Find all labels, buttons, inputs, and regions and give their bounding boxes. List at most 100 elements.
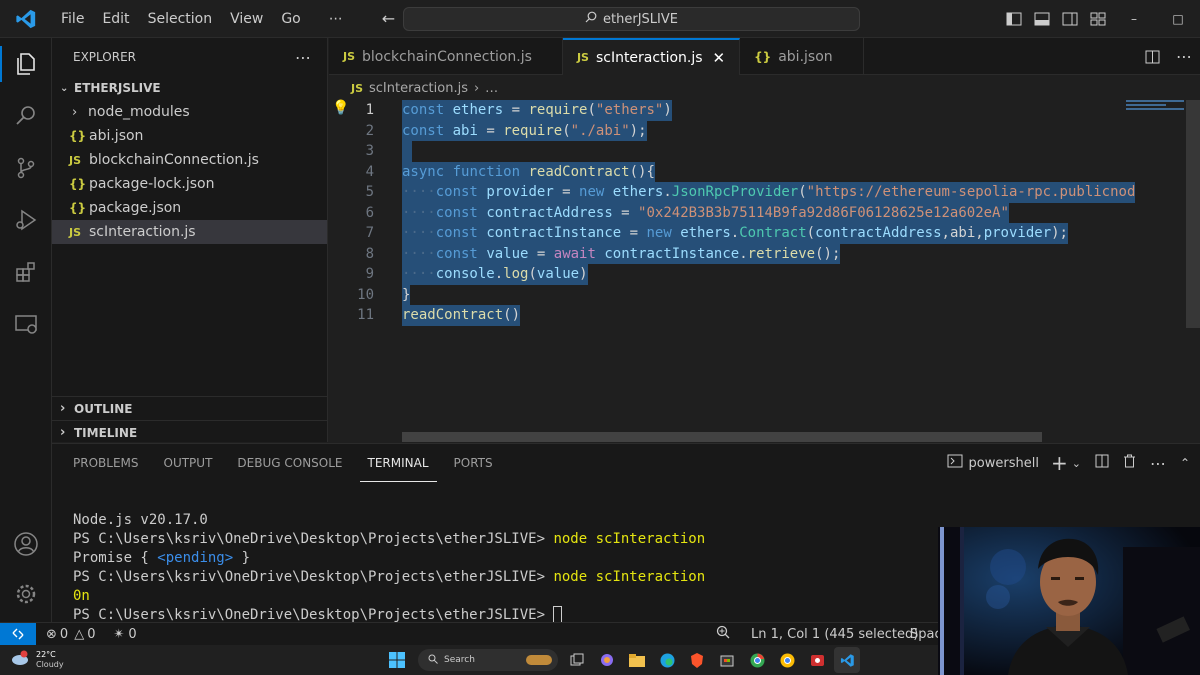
toggle-panel-icon[interactable] bbox=[1028, 0, 1056, 38]
tab-blockchain-connection[interactable]: JS blockchainConnection.js bbox=[329, 38, 563, 75]
windows-start-icon[interactable] bbox=[384, 647, 410, 673]
terminal-line: PS C:\Users\ksriv\OneDrive\Desktop\Proje… bbox=[73, 569, 706, 585]
manage-gear-icon[interactable] bbox=[0, 568, 52, 620]
toggle-secondary-sidebar-icon[interactable] bbox=[1056, 0, 1084, 38]
json-file-icon: {} bbox=[69, 129, 87, 143]
copilot-icon[interactable] bbox=[594, 647, 620, 673]
tab-problems[interactable]: PROBLEMS bbox=[65, 444, 147, 482]
maximize-panel-icon[interactable]: ⌃ bbox=[1180, 456, 1190, 470]
chrome-icon[interactable] bbox=[744, 647, 770, 673]
tab-debug-console[interactable]: DEBUG CONSOLE bbox=[229, 444, 350, 482]
command-center-search[interactable]: etherJSLIVE bbox=[403, 7, 860, 31]
tab-output[interactable]: OUTPUT bbox=[156, 444, 221, 482]
screen-recorder-icon[interactable] bbox=[804, 647, 830, 673]
js-file-icon: JS bbox=[343, 50, 356, 63]
search-icon bbox=[585, 11, 597, 27]
project-root[interactable]: ⌄ ETHERJSLIVE bbox=[52, 76, 327, 100]
json-file-icon: {} bbox=[69, 177, 87, 191]
line-number: 5 bbox=[365, 184, 374, 200]
tree-item-abi-json[interactable]: {} abi.json bbox=[52, 124, 327, 148]
brave-browser-icon[interactable] bbox=[684, 647, 710, 673]
search-highlight-icon bbox=[526, 655, 552, 665]
chevron-down-icon: ⌄ bbox=[60, 82, 69, 94]
errors-status[interactable]: ⊗ 0 △ 0 bbox=[46, 627, 95, 642]
menu-file[interactable]: File bbox=[52, 0, 93, 38]
breadcrumb-file[interactable]: scInteraction.js bbox=[369, 81, 468, 96]
cursor-position[interactable]: Ln 1, Col 1 (445 selected) bbox=[751, 627, 918, 642]
tab-abi-json[interactable]: {} abi.json bbox=[740, 38, 864, 75]
trash-icon[interactable] bbox=[1123, 454, 1136, 472]
json-file-icon: {} bbox=[69, 201, 87, 215]
code-line-1: const ethers = require("ethers") bbox=[402, 100, 672, 121]
zoom-icon[interactable] bbox=[716, 625, 730, 643]
file-explorer-icon[interactable] bbox=[624, 647, 650, 673]
breadcrumb-more[interactable]: … bbox=[485, 81, 498, 96]
line-number: 8 bbox=[365, 245, 374, 262]
shell-name[interactable]: powershell bbox=[969, 456, 1039, 471]
extensions-icon[interactable] bbox=[0, 246, 52, 298]
timeline-section[interactable]: › TIMELINE bbox=[52, 420, 328, 444]
customize-layout-icon[interactable] bbox=[1084, 0, 1112, 38]
horizontal-scrollbar[interactable] bbox=[402, 432, 1042, 442]
source-control-icon[interactable] bbox=[0, 142, 52, 194]
tree-item-sc-interaction[interactable]: JS scInteraction.js bbox=[52, 220, 327, 244]
menu-edit[interactable]: Edit bbox=[93, 0, 138, 38]
vscode-taskbar-icon[interactable] bbox=[834, 647, 860, 673]
menu-more[interactable]: ⋯ bbox=[320, 0, 352, 38]
line-number: 11 bbox=[357, 307, 374, 323]
breadcrumb: JS scInteraction.js › … bbox=[329, 76, 1200, 100]
js-file-icon: JS bbox=[576, 51, 589, 64]
split-terminal-icon[interactable] bbox=[1095, 454, 1109, 472]
outline-section[interactable]: › OUTLINE bbox=[52, 396, 328, 420]
menu-view[interactable]: View bbox=[221, 0, 272, 38]
tree-item-package-lock[interactable]: {} package-lock.json bbox=[52, 172, 327, 196]
code-line-4: async function readContract(){ bbox=[402, 161, 655, 182]
vertical-scrollbar[interactable] bbox=[1186, 100, 1200, 328]
edge-browser-icon[interactable] bbox=[654, 647, 680, 673]
more-actions-icon[interactable]: ⋯ bbox=[1150, 454, 1166, 473]
store-icon[interactable] bbox=[714, 647, 740, 673]
taskbar-search[interactable]: Search bbox=[418, 649, 558, 671]
toggle-primary-sidebar-icon[interactable] bbox=[1000, 0, 1028, 38]
remote-indicator-icon[interactable] bbox=[0, 622, 36, 646]
tab-ports[interactable]: PORTS bbox=[446, 444, 501, 482]
broadcast-icon: ✴ bbox=[113, 626, 125, 642]
weather-widget[interactable]: 22°C Cloudy bbox=[10, 650, 64, 670]
chevron-right-icon: › bbox=[60, 401, 66, 416]
accounts-icon[interactable] bbox=[0, 518, 52, 570]
split-editor-icon[interactable] bbox=[1136, 50, 1168, 64]
restore-button[interactable]: □ bbox=[1156, 0, 1200, 38]
explorer-title: EXPLORER bbox=[73, 50, 136, 64]
run-debug-icon[interactable] bbox=[0, 194, 52, 246]
tree-item-blockchain-connection[interactable]: JS blockchainConnection.js bbox=[52, 148, 327, 172]
breadcrumb-separator-icon: › bbox=[473, 80, 480, 96]
new-terminal-icon[interactable]: + bbox=[1051, 451, 1068, 475]
remote-explorer-icon[interactable] bbox=[0, 298, 52, 350]
tree-item-package-json[interactable]: {} package.json bbox=[52, 196, 327, 220]
tree-item-node-modules[interactable]: › node_modules bbox=[52, 100, 327, 124]
task-view-icon[interactable] bbox=[564, 647, 590, 673]
minimap[interactable] bbox=[1126, 100, 1186, 120]
back-arrow-icon[interactable]: ← bbox=[372, 9, 405, 28]
search-icon[interactable] bbox=[0, 90, 52, 142]
ports-status[interactable]: ✴ 0 bbox=[113, 627, 136, 642]
chrome-profile-icon[interactable] bbox=[774, 647, 800, 673]
menu-selection[interactable]: Selection bbox=[139, 0, 222, 38]
tab-terminal[interactable]: TERMINAL bbox=[359, 444, 437, 482]
explorer-icon[interactable] bbox=[0, 38, 52, 90]
more-actions-icon[interactable]: ⋯ bbox=[295, 48, 311, 67]
terminal-line: Promise { <pending> } bbox=[73, 550, 251, 566]
chevron-down-icon[interactable]: ⌄ bbox=[1072, 457, 1081, 470]
indentation-status[interactable]: Spac bbox=[910, 627, 942, 642]
code-editor[interactable]: 💡 1 const ethers = require("ethers") 2 con… bbox=[329, 100, 1200, 442]
tab-sc-interaction[interactable]: JS scInteraction.js ✕ bbox=[562, 38, 741, 75]
js-file-icon: JS bbox=[69, 225, 82, 239]
close-icon[interactable]: ✕ bbox=[713, 49, 726, 67]
line-number: 2 bbox=[365, 122, 374, 139]
minimize-button[interactable]: – bbox=[1112, 0, 1156, 38]
menu-go[interactable]: Go bbox=[272, 0, 309, 38]
line-number: 6 bbox=[365, 204, 374, 221]
terminal-line: 0n bbox=[73, 588, 90, 604]
more-actions-icon[interactable]: ⋯ bbox=[1168, 47, 1200, 66]
search-text: etherJSLIVE bbox=[603, 11, 678, 27]
